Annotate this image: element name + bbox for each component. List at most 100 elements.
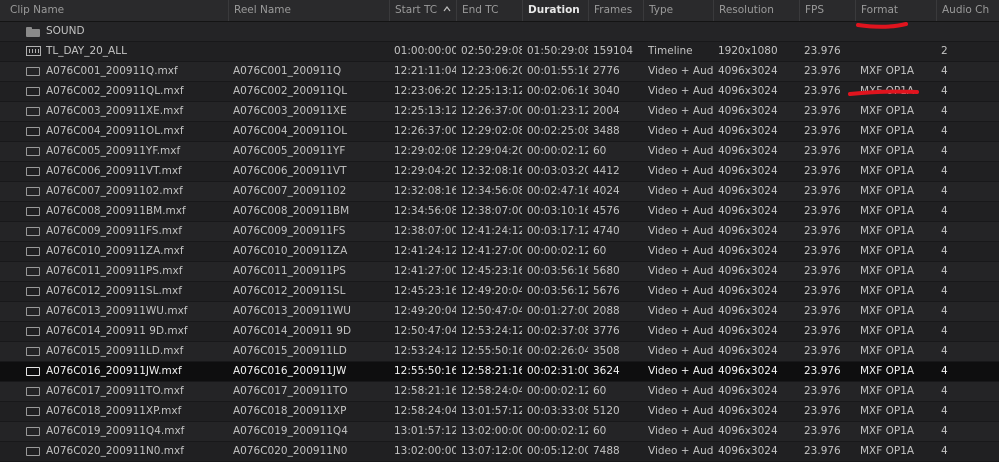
frames: 60 [593,245,607,257]
end-tc: 12:26:37:00 [461,105,522,117]
table-row[interactable]: A076C010_200911ZA.mxf A076C010_200911ZA 12… [0,242,999,262]
start-tc: 12:21:11:04 [394,65,456,77]
duration: 00:03:56:16 [527,265,588,277]
table-row[interactable]: A076C012_200911SL.mxf A076C012_200911SL 12… [0,282,999,302]
col-audio-ch[interactable]: Audio Ch [936,0,999,21]
col-end-tc[interactable]: End TC [456,0,522,21]
col-format[interactable]: Format [855,0,936,21]
audio-ch: 4 [941,365,948,377]
reel-name: A076C004_200911OL [233,125,348,137]
table-row[interactable]: A076C011_200911PS.mxf A076C011_200911PS 12… [0,262,999,282]
end-tc: 12:29:04:20 [461,145,522,157]
type: Video + Audio [648,85,713,97]
frames: 4740 [593,225,620,237]
end-tc: 12:53:24:12 [461,325,522,337]
table-row[interactable]: A076C006_200911VT.mxf A076C006_200911VT 12… [0,162,999,182]
start-tc: 13:01:57:12 [394,425,456,437]
clip-name: A076C011_200911PS.mxf [46,265,183,277]
resolution: 4096x3024 [718,185,778,197]
table-row[interactable]: A076C007_20091102.mxf A076C007_20091102 12… [0,182,999,202]
duration: 00:00:02:12 [527,425,588,437]
reel-name: A076C002_200911QL [233,85,348,97]
type: Video + Audio [648,445,713,457]
col-clip-name[interactable]: Clip Name [0,0,228,21]
clip-name: A076C002_200911QL.mxf [46,85,184,97]
format: MXF OP1A [860,305,915,317]
type: Video + Audio [648,245,713,257]
frames: 60 [593,385,607,397]
fps: 23.976 [804,405,841,417]
table-row[interactable]: A076C017_200911TO.mxf A076C017_200911TO 12… [0,382,999,402]
folder-row[interactable]: SOUND [0,22,999,42]
reel-name: A076C011_200911PS [233,265,346,277]
table-header: Clip Name Reel Name Start TC End TC Dura… [0,0,999,22]
frames: 4412 [593,165,620,177]
format: MXF OP1A [860,345,915,357]
fps: 23.976 [804,105,841,117]
reel-name [228,42,389,61]
frames: 3488 [593,125,620,137]
fps: 23.976 [804,445,841,457]
clip-name: A076C017_200911TO.mxf [46,385,184,397]
table-row[interactable]: A076C003_200911XE.mxf A076C003_200911XE 12… [0,102,999,122]
end-tc: 12:50:47:04 [461,305,522,317]
timeline-row[interactable]: TL_DAY_20_ALL 01:00:00:00 02:50:29:08 01… [0,42,999,62]
col-fps[interactable]: FPS [799,0,855,21]
resolution: 4096x3024 [718,325,778,337]
media-pool-table: Clip Name Reel Name Start TC End TC Dura… [0,0,999,462]
frames: 2088 [593,305,620,317]
end-tc: 12:41:27:00 [461,245,522,257]
col-resolution[interactable]: Resolution [713,0,799,21]
col-reel-name[interactable]: Reel Name [228,0,389,21]
table-row[interactable]: A076C005_200911YF.mxf A076C005_200911YF 12… [0,142,999,162]
table-row[interactable]: A076C008_200911BM.mxf A076C008_200911BM 12… [0,202,999,222]
table-row[interactable]: A076C013_200911WU.mxf A076C013_200911WU 12… [0,302,999,322]
table-row[interactable]: A076C014_200911 9D.mxf A076C014_200911 9D… [0,322,999,342]
table-row[interactable]: A076C018_200911XP.mxf A076C018_200911XP 12… [0,402,999,422]
table-row[interactable]: A076C002_200911QL.mxf A076C002_200911QL 12… [0,82,999,102]
frames: 3040 [593,85,620,97]
fps: 23.976 [804,85,841,97]
resolution: 4096x3024 [718,65,778,77]
start-tc: 12:49:20:04 [394,305,456,317]
frames: 3508 [593,345,620,357]
sort-ascending-icon[interactable] [443,5,451,13]
type: Video + Audio [648,265,713,277]
duration: 00:05:12:00 [527,445,588,457]
table-row[interactable]: A076C015_200911LD.mxf A076C015_200911LD 12… [0,342,999,362]
resolution: 4096x3024 [718,225,778,237]
audio-ch: 4 [941,85,948,97]
col-duration[interactable]: Duration [522,0,588,21]
reel-name: A076C010_200911ZA [233,245,348,257]
type: Video + Audio [648,105,713,117]
col-type[interactable]: Type [643,0,713,21]
format: MXF OP1A [860,105,915,117]
format: MXF OP1A [860,445,915,457]
reel-name: A076C013_200911WU [233,305,351,317]
duration: 00:02:47:16 [527,185,588,197]
audio-ch: 4 [941,105,948,117]
table-row[interactable]: A076C020_200911N0.mxf A076C020_200911N0 13… [0,442,999,462]
clip-name: A076C004_200911OL.mxf [46,125,184,137]
duration: 00:03:56:12 [527,285,588,297]
clip-name: A076C001_200911Q.mxf [46,65,178,77]
resolution: 4096x3024 [718,125,778,137]
table-row[interactable]: A076C004_200911OL.mxf A076C004_200911OL 12… [0,122,999,142]
audio-ch: 4 [941,305,948,317]
frames: 7488 [593,445,620,457]
audio-ch: 4 [941,445,948,457]
table-row[interactable]: A076C019_200911Q4.mxf A076C019_200911Q4 13… [0,422,999,442]
format: MXF OP1A [860,85,915,97]
end-tc: 13:01:57:12 [461,405,522,417]
duration: 00:01:23:12 [527,105,588,117]
audio-ch: 4 [941,405,948,417]
table-row[interactable]: A076C001_200911Q.mxf A076C001_200911Q 12:2… [0,62,999,82]
start-tc: 12:23:06:20 [394,85,456,97]
format: MXF OP1A [860,245,915,257]
col-frames[interactable]: Frames [588,0,643,21]
audio-ch: 4 [941,245,948,257]
table-row[interactable]: A076C009_200911FS.mxf A076C009_200911FS 12… [0,222,999,242]
end-tc: 12:41:24:12 [461,225,522,237]
format: MXF OP1A [860,165,915,177]
table-row[interactable]: A076C016_200911JW.mxf A076C016_200911JW 12… [0,362,999,382]
